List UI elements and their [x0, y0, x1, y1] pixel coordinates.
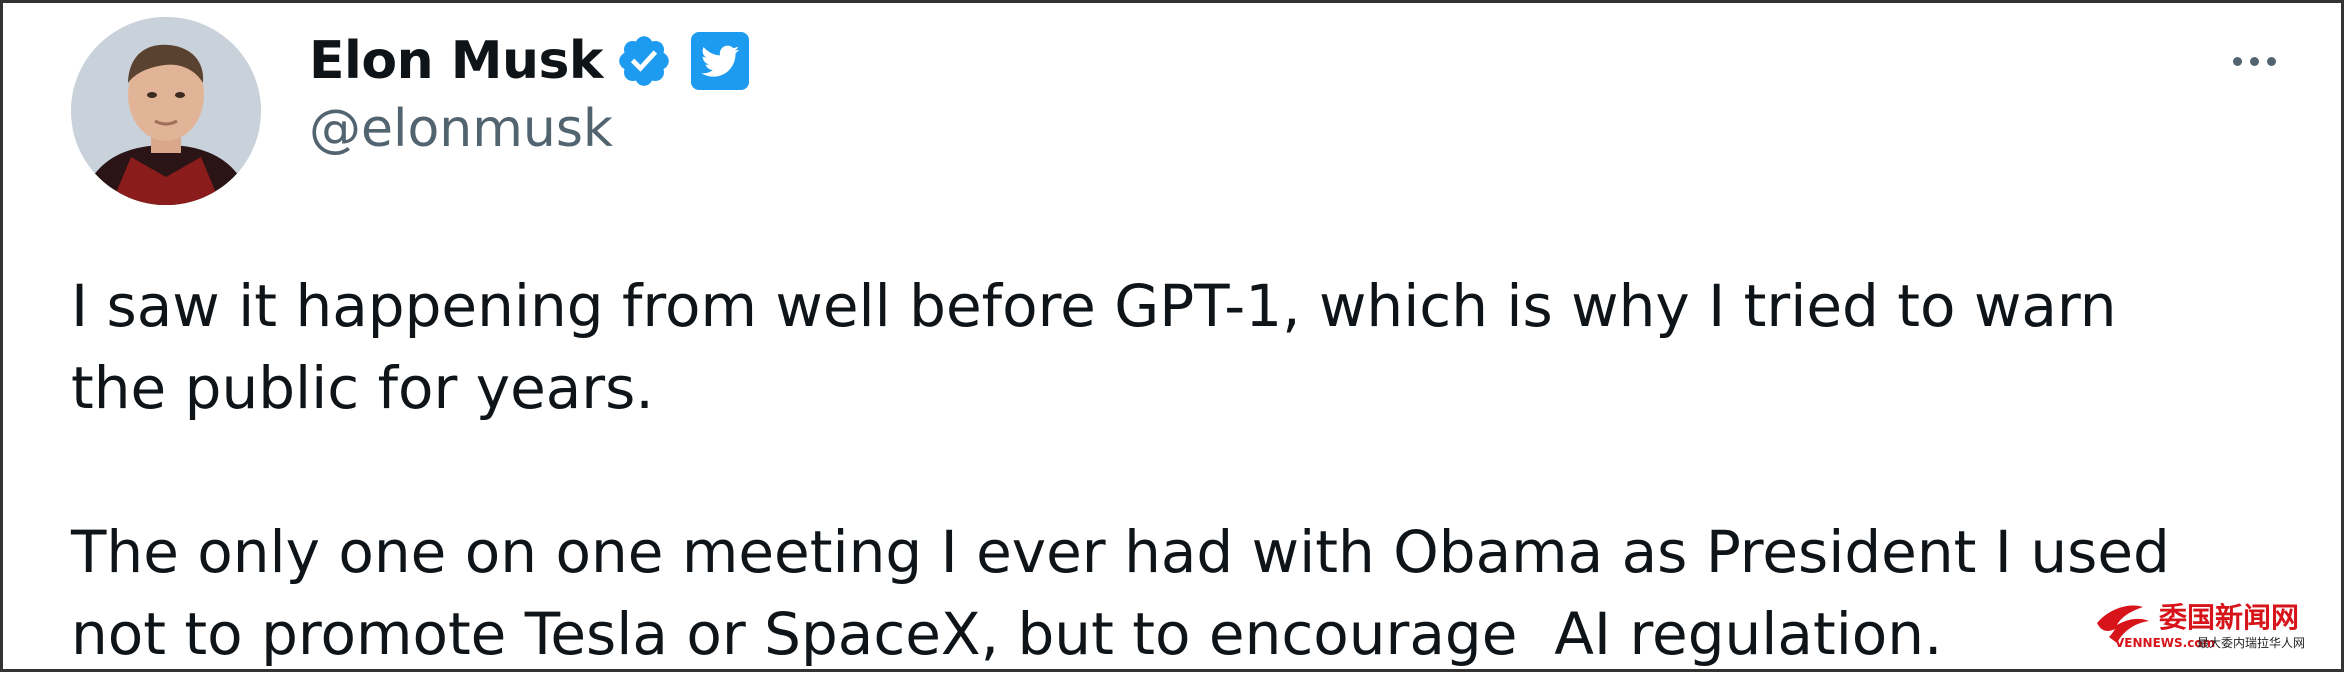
tweet-text: I saw it happening from well before GPT-… — [71, 265, 2251, 675]
tweet-paragraph: The only one on one meeting I ever had w… — [71, 518, 2170, 668]
watermark-logo: 委国新闻网 VENNEWS.com 最大委内瑞拉华人网 — [2091, 593, 2331, 663]
twitter-bird-icon — [691, 32, 749, 90]
more-dot — [2232, 56, 2242, 66]
author-name-row: Elon Musk — [309, 21, 749, 101]
avatar[interactable] — [71, 17, 261, 205]
verified-check-icon — [619, 36, 669, 86]
watermark-tagline: 最大委内瑞拉华人网 — [2197, 635, 2305, 650]
tweet-card: Elon Musk @elonmusk I saw it happening f… — [0, 0, 2344, 672]
more-dot — [2266, 56, 2276, 66]
tweet-paragraph: I saw it happening from well before GPT-… — [71, 272, 2117, 422]
author-name[interactable]: Elon Musk — [309, 31, 604, 91]
more-dot — [2249, 56, 2259, 66]
more-options-icon[interactable] — [2219, 37, 2289, 85]
avatar-image — [71, 17, 261, 205]
watermark-title: 委国新闻网 — [2158, 601, 2299, 634]
author-handle[interactable]: @elonmusk — [309, 99, 613, 159]
